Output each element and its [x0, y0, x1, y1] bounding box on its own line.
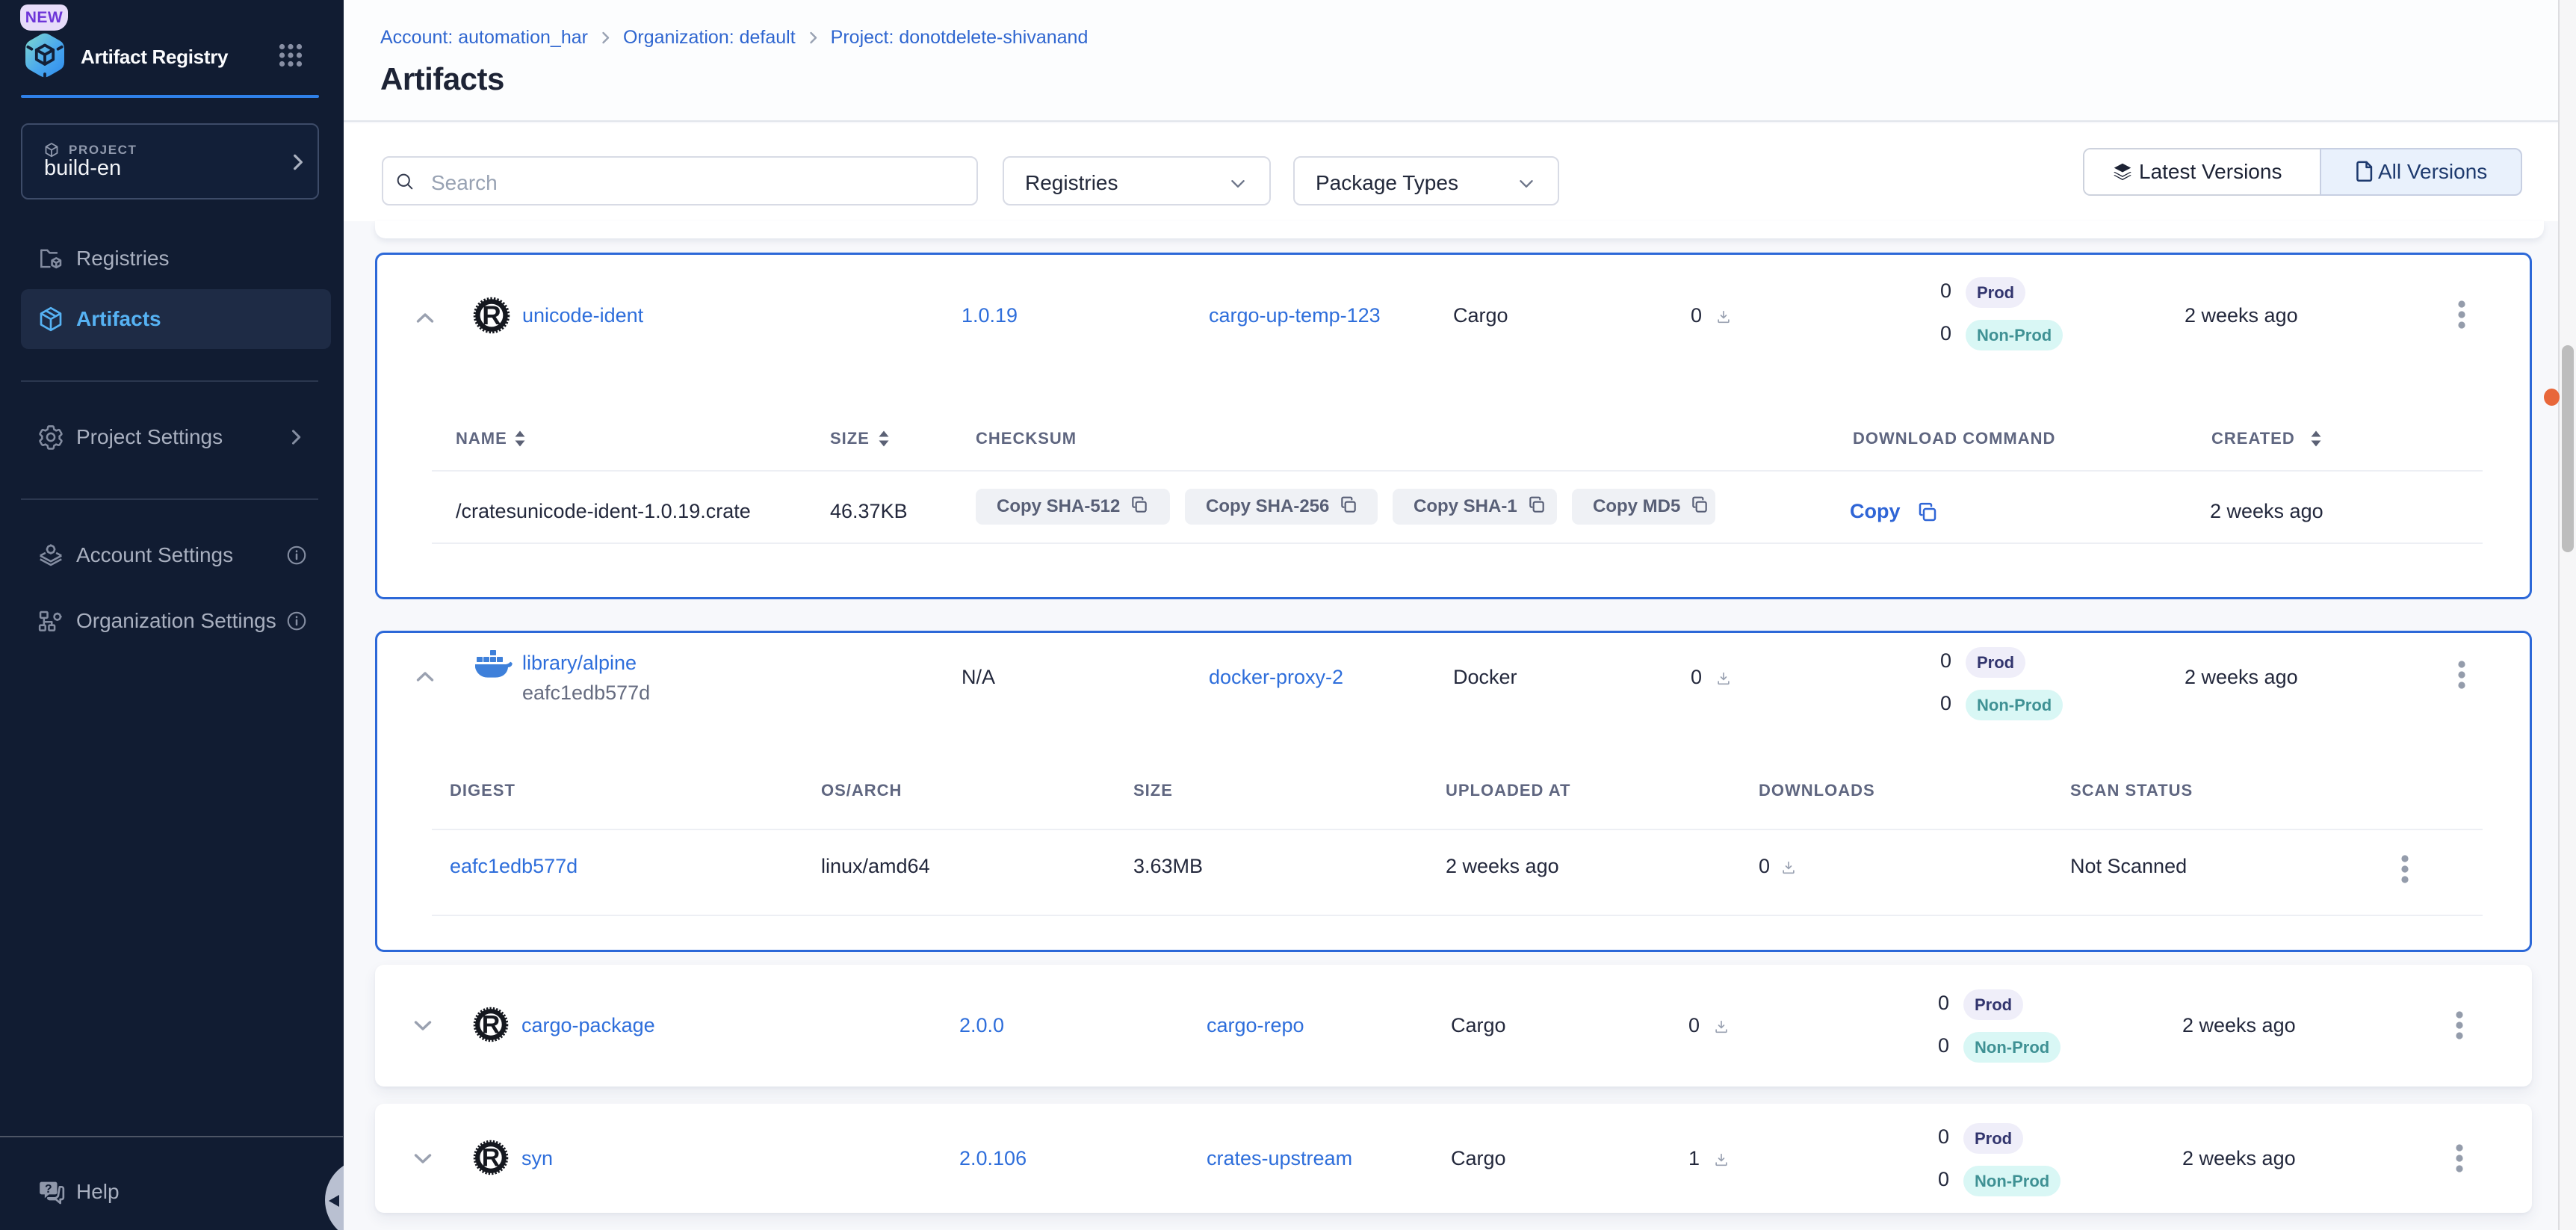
- svg-text:?: ?: [45, 1183, 52, 1196]
- svg-text:R: R: [482, 300, 501, 330]
- svg-text:R: R: [482, 1144, 501, 1172]
- svg-text:R: R: [482, 1011, 501, 1039]
